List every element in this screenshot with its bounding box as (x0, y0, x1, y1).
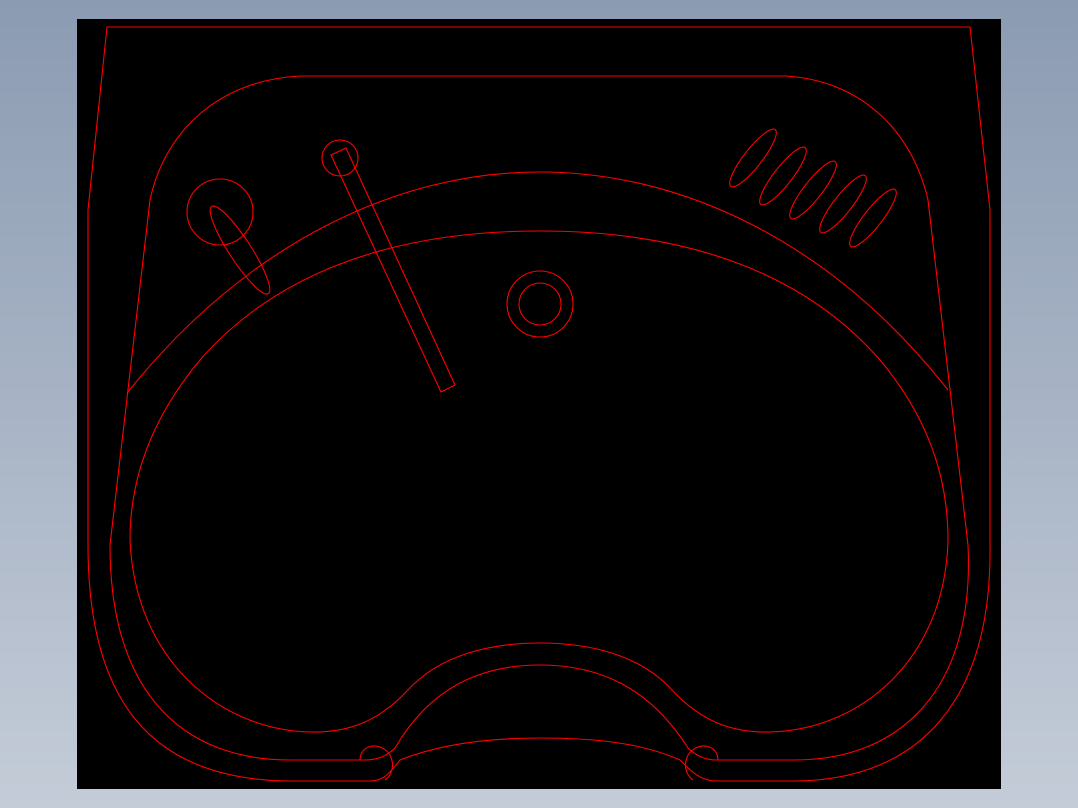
center-ring-inner (518, 282, 562, 326)
rod-pivot-circle (321, 139, 359, 177)
left-angled-slot (209, 205, 271, 295)
center-ring-outer (506, 270, 574, 338)
vent-slot (819, 174, 867, 234)
vent-slot (759, 146, 807, 206)
nose-bridge-right-notch (684, 745, 719, 781)
vent-slot (789, 160, 837, 220)
inner-rounded-frame (109, 75, 969, 761)
lens-band-outer-arc (126, 171, 949, 394)
vent-slots (729, 128, 897, 248)
inner-bowl (129, 230, 949, 733)
outer-housing-outline (87, 26, 991, 782)
cad-drawing (87, 26, 991, 782)
vent-slot (729, 128, 777, 188)
cad-viewport[interactable] (77, 19, 1001, 789)
vent-slot (849, 188, 897, 248)
